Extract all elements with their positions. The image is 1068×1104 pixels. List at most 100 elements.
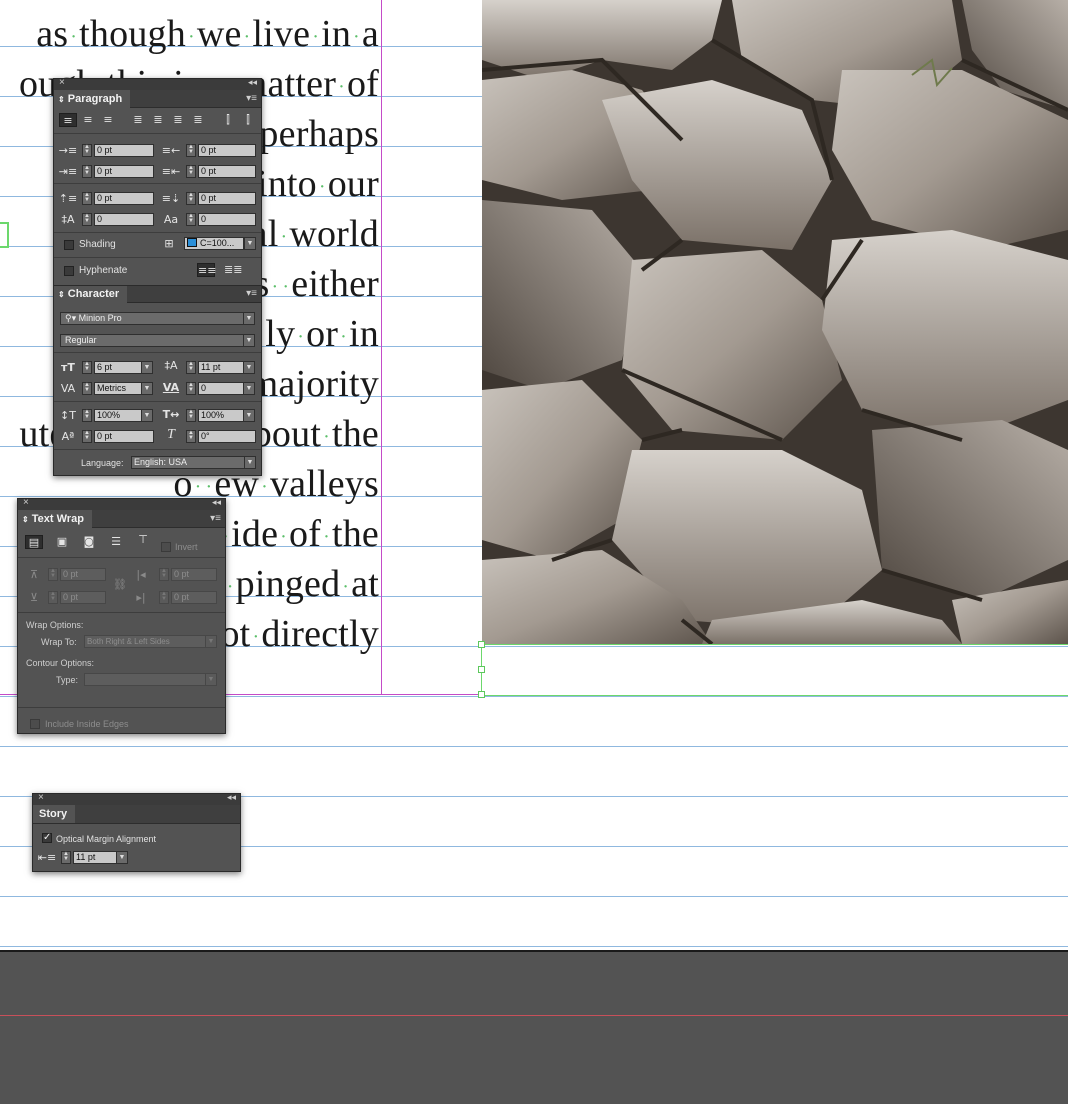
text-line[interactable]: as ·though ·we ·live ·in ·a [36, 12, 379, 56]
font-size-field[interactable]: 6 pt [94, 361, 142, 374]
space-before-field[interactable]: 0 pt [94, 192, 154, 205]
font-size-stepper[interactable]: ▲ ▼ [82, 361, 92, 374]
type-field[interactable] [84, 673, 207, 686]
first-line-indent-stepper[interactable]: ▲ ▼ [82, 165, 92, 178]
language-field[interactable]: English: USA [131, 456, 246, 469]
optical-margin-checkbox[interactable]: ✓ [42, 833, 52, 843]
optical-margin-size-field[interactable]: 11 pt [73, 851, 117, 864]
space-after-stepper[interactable]: ▲ ▼ [186, 192, 196, 205]
right-indent-field[interactable]: 0 pt [198, 144, 256, 157]
kerning-field[interactable]: Metrics [94, 382, 142, 395]
shading-settings-icon[interactable]: ⊞ [160, 237, 178, 251]
close-icon[interactable]: × [38, 792, 44, 803]
frame-handle[interactable] [478, 666, 485, 673]
frame-handle[interactable] [478, 641, 485, 648]
wrap-bounding-box-icon[interactable]: ▣ [53, 535, 71, 549]
collapse-icon[interactable]: ◂◂ [227, 792, 236, 803]
wrap-to-field[interactable]: Both Right & Left Sides [84, 635, 207, 648]
space-after-field[interactable]: 0 pt [198, 192, 256, 205]
frame-handle[interactable] [478, 691, 485, 698]
skew-stepper[interactable]: ▲ ▼ [186, 430, 196, 443]
justify-center-icon[interactable]: ≣ [149, 113, 167, 127]
close-icon[interactable]: × [59, 77, 65, 88]
right-indent-stepper[interactable]: ▲ ▼ [186, 144, 196, 157]
paragraph-composer-icon[interactable]: ≣≣ [224, 263, 242, 277]
drop-cap-lines-field[interactable]: 0 [94, 213, 154, 226]
top-offset-stepper[interactable]: ▲ ▼ [48, 568, 58, 581]
drop-cap-chars-field[interactable]: 0 [198, 213, 256, 226]
font-style-dropdown[interactable]: ▼ [243, 334, 255, 347]
hyphenate-checkbox[interactable] [64, 266, 74, 276]
kerning-stepper[interactable]: ▲ ▼ [82, 382, 92, 395]
baseline-shift-stepper[interactable]: ▲ ▼ [82, 430, 92, 443]
vertical-scale-field[interactable]: 100% [94, 409, 142, 422]
left-offset-field[interactable]: 0 pt [171, 568, 217, 581]
vertical-scale-dropdown[interactable]: ▼ [141, 409, 153, 422]
panel-titlebar[interactable]: × ◂◂ [18, 497, 225, 510]
bottom-offset-stepper[interactable]: ▲ ▼ [48, 591, 58, 604]
horizontal-scale-stepper[interactable]: ▲ ▼ [186, 409, 196, 422]
panel-titlebar[interactable]: × ◂◂ [33, 792, 240, 805]
leading-field[interactable]: 11 pt [198, 361, 244, 374]
drop-cap-chars-stepper[interactable]: ▲ ▼ [186, 213, 196, 226]
top-offset-field[interactable]: 0 pt [60, 568, 106, 581]
tracking-stepper[interactable]: ▲ ▼ [186, 382, 196, 395]
language-dropdown[interactable]: ▼ [244, 456, 256, 469]
collapse-icon[interactable]: ◂◂ [212, 497, 221, 508]
paragraph-tab[interactable]: ⇕ Paragraph ▾≡ [54, 90, 261, 108]
skew-field[interactable]: 0° [198, 430, 256, 443]
link-offsets-icon[interactable]: ⛓ [111, 578, 129, 592]
type-dropdown[interactable]: ▼ [205, 673, 217, 686]
align-center-icon[interactable]: ≡ [79, 113, 97, 127]
no-wrap-icon[interactable]: ▤ [25, 535, 43, 549]
character-tab[interactable]: ⇕ Character ▾≡ [54, 285, 261, 303]
font-size-dropdown[interactable]: ▼ [141, 361, 153, 374]
bottom-offset-field[interactable]: 0 pt [60, 591, 106, 604]
leading-dropdown[interactable]: ▼ [243, 361, 255, 374]
left-indent-field[interactable]: 0 pt [94, 144, 154, 157]
kerning-dropdown[interactable]: ▼ [141, 382, 153, 395]
align-away-spine-icon[interactable]: ⫿ [239, 113, 257, 127]
wrap-object-shape-icon[interactable]: ◙ [80, 535, 98, 549]
drop-cap-lines-stepper[interactable]: ▲ ▼ [82, 213, 92, 226]
last-line-indent-stepper[interactable]: ▲ ▼ [186, 165, 196, 178]
wrap-to-dropdown[interactable]: ▼ [205, 635, 217, 648]
optical-margin-size-dropdown[interactable]: ▼ [116, 851, 128, 864]
justify-right-icon[interactable]: ≣ [169, 113, 187, 127]
horizontal-scale-field[interactable]: 100% [198, 409, 244, 422]
align-right-icon[interactable]: ≡ [99, 113, 117, 127]
collapse-icon[interactable]: ◂◂ [248, 77, 257, 88]
include-inside-edges-checkbox[interactable] [30, 719, 40, 729]
text-wrap-tab[interactable]: ⇕ Text Wrap ▾≡ [18, 510, 225, 528]
text-wrap-panel[interactable]: × ◂◂ ⇕ Text Wrap ▾≡ ▤ ▣ ◙ ☰ ⊤ Invert ⊼ ▲… [17, 497, 226, 734]
align-left-icon[interactable]: ≡ [59, 113, 77, 127]
font-family-dropdown[interactable]: ▼ [243, 312, 255, 325]
baseline-shift-field[interactable]: 0 pt [94, 430, 154, 443]
tracking-dropdown[interactable]: ▼ [243, 382, 255, 395]
vertical-scale-stepper[interactable]: ▲ ▼ [82, 409, 92, 422]
justify-left-icon[interactable]: ≣ [129, 113, 147, 127]
font-family-field[interactable]: ⚲▾ Minion Pro [60, 312, 244, 325]
shading-color-dropdown[interactable]: ▼ [244, 237, 256, 250]
font-style-field[interactable]: Regular [60, 334, 244, 347]
space-before-stepper[interactable]: ▲ ▼ [82, 192, 92, 205]
story-tab[interactable]: Story [33, 805, 240, 824]
panel-titlebar[interactable]: × ◂◂ [54, 77, 261, 90]
left-indent-stepper[interactable]: ▲ ▼ [82, 144, 92, 157]
justify-all-icon[interactable]: ≣ [189, 113, 207, 127]
right-offset-field[interactable]: 0 pt [171, 591, 217, 604]
paragraph-character-panel[interactable]: × ◂◂ ⇕ Paragraph ▾≡ ≡ ≡ ≡ ≣ ≣ ≣ ≣ ⫿ ⫿ →≡… [53, 77, 262, 476]
jump-next-column-icon[interactable]: ⊤ [134, 533, 152, 547]
right-offset-stepper[interactable]: ▲ ▼ [159, 591, 169, 604]
leading-stepper[interactable]: ▲ ▼ [186, 361, 196, 374]
left-offset-stepper[interactable]: ▲ ▼ [159, 568, 169, 581]
image-frame[interactable] [482, 0, 1068, 644]
shading-color-field[interactable]: C=100... [184, 237, 244, 250]
last-line-indent-field[interactable]: 0 pt [198, 165, 256, 178]
horizontal-scale-dropdown[interactable]: ▼ [243, 409, 255, 422]
optical-margin-size-stepper[interactable]: ▲ ▼ [61, 851, 71, 864]
panel-menu-icon[interactable]: ▾≡ [246, 288, 257, 299]
shading-checkbox[interactable] [64, 240, 74, 250]
panel-menu-icon[interactable]: ▾≡ [210, 513, 221, 524]
panel-menu-icon[interactable]: ▾≡ [246, 93, 257, 104]
